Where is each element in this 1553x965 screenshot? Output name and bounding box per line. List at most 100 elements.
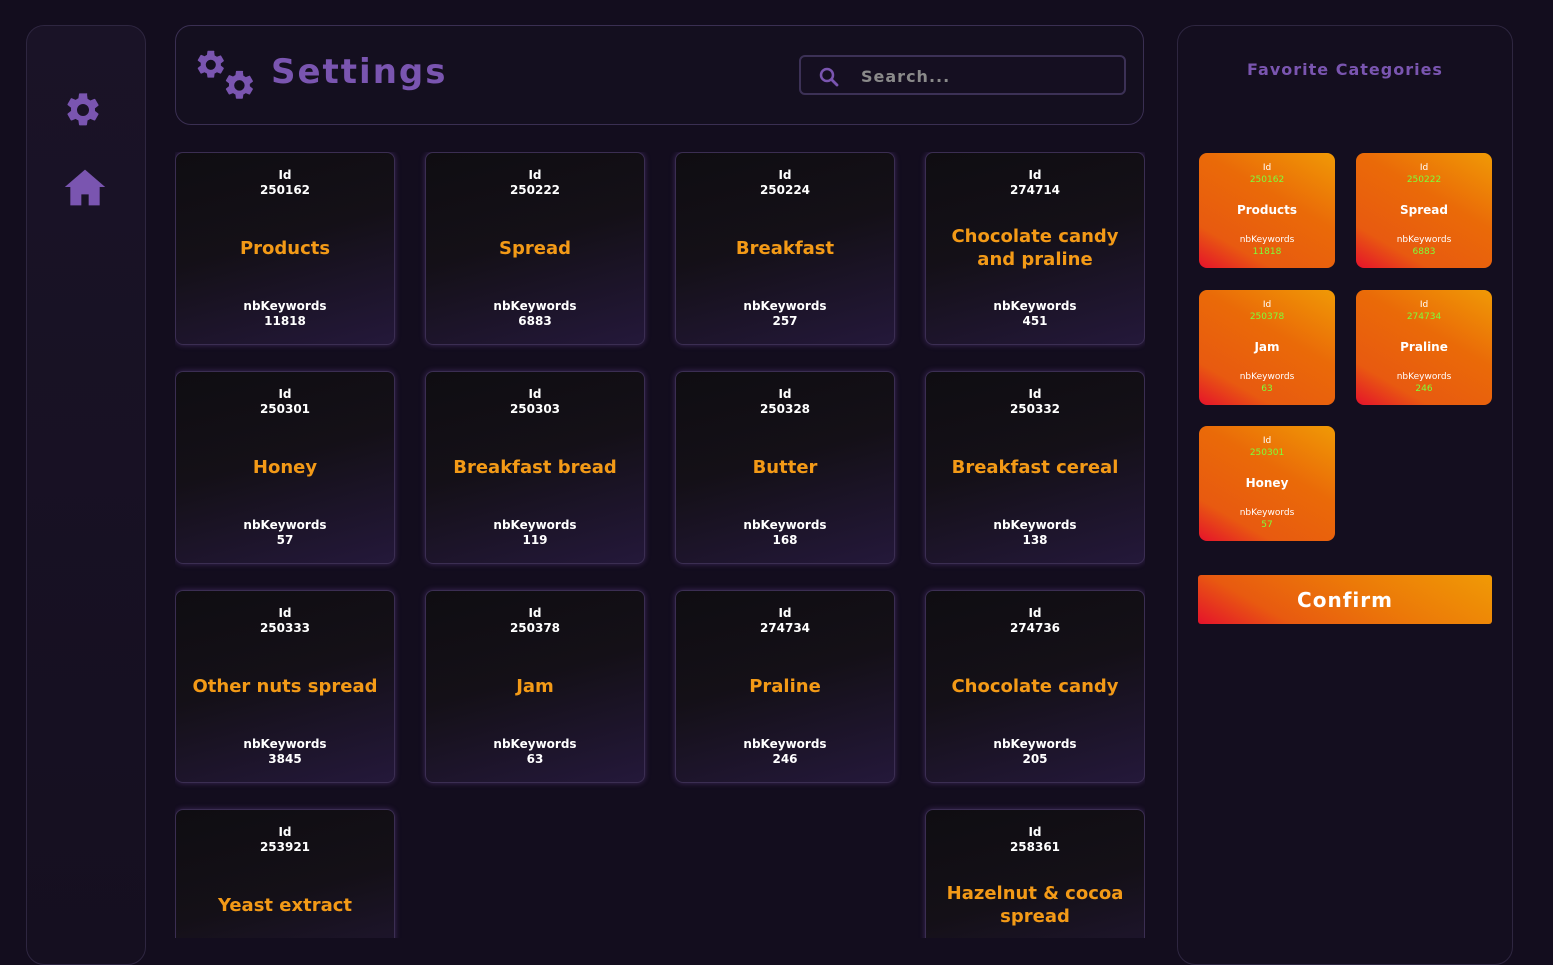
fav-id-label: Id [1262, 300, 1272, 310]
id-label: Id [278, 825, 292, 839]
search-icon [819, 67, 839, 87]
category-id: 274736 [1009, 621, 1061, 635]
fav-keywords-label: nbKeywords [1396, 235, 1452, 245]
category-name: Breakfast cereal [951, 456, 1119, 478]
keywords-label: nbKeywords [743, 518, 827, 532]
category-card[interactable]: Id 250162 Products nbKeywords 11818 [175, 152, 395, 345]
fav-id: 250301 [1249, 448, 1285, 458]
fav-name: Spread [1400, 203, 1448, 217]
keywords-label: nbKeywords [243, 737, 327, 751]
category-card[interactable]: Id 274736 Chocolate candy nbKeywords 205 [925, 590, 1145, 783]
category-card[interactable]: Id 250224 Breakfast nbKeywords 257 [675, 152, 895, 345]
keywords-label: nbKeywords [993, 518, 1077, 532]
fav-keywords-label: nbKeywords [1239, 235, 1295, 245]
keywords-count: 63 [526, 752, 544, 766]
category-card[interactable]: Id 274734 Praline nbKeywords 246 [675, 590, 895, 783]
category-name: Yeast extract [217, 894, 353, 916]
keywords-count: 168 [772, 533, 798, 547]
confirm-button[interactable]: Confirm [1198, 575, 1492, 624]
fav-name: Honey [1245, 476, 1289, 490]
category-name: Butter [752, 456, 818, 478]
category-grid: Id 250162 Products nbKeywords 11818 Id 250222 S… [175, 152, 1145, 938]
keywords-label: nbKeywords [743, 299, 827, 313]
fav-id-label: Id [1419, 163, 1429, 173]
category-id: 253921 [259, 840, 311, 854]
category-name: Praline [749, 675, 821, 697]
sidebar [26, 25, 146, 965]
id-label: Id [528, 168, 542, 182]
gears-icon [197, 50, 253, 99]
category-id: 250303 [509, 402, 561, 416]
id-label: Id [278, 387, 292, 401]
favorite-card[interactable]: Id 250301 Honey nbKeywords 57 [1199, 426, 1335, 541]
category-name: Jam [516, 675, 554, 697]
id-label: Id [278, 168, 292, 182]
category-card[interactable]: Id258361Hazelnut & cocoa spreadnbKeyword… [925, 809, 1145, 938]
id-label: Id [1028, 606, 1042, 620]
category-name: Chocolate candy and praline [951, 226, 1119, 270]
fav-keywords-count: 11818 [1252, 247, 1282, 257]
category-id: 250224 [759, 183, 811, 197]
category-name: Products [239, 237, 331, 259]
fav-id: 250378 [1249, 312, 1285, 322]
category-id: 250222 [509, 183, 561, 197]
category-name: Breakfast bread [453, 456, 617, 478]
keywords-label: nbKeywords [993, 299, 1077, 313]
favorite-card[interactable]: Id 250162 Products nbKeywords 11818 [1199, 153, 1335, 268]
favorite-card[interactable]: Id 274734 Praline nbKeywords 246 [1356, 290, 1492, 405]
home-icon[interactable] [63, 166, 107, 208]
category-id: 250301 [259, 402, 311, 416]
fav-keywords-count: 63 [1261, 384, 1273, 394]
favorites-title: Favorite Categories [1247, 60, 1443, 79]
header: Settings [175, 25, 1144, 125]
id-label: Id [778, 606, 792, 620]
favorite-card[interactable]: Id 250378 Jam nbKeywords 63 [1199, 290, 1335, 405]
fav-id: 250222 [1406, 175, 1442, 185]
keywords-count: 6883 [518, 314, 552, 328]
category-name: Spread [499, 237, 571, 259]
keywords-count: 3845 [268, 752, 302, 766]
category-name: Other nuts spread [192, 675, 378, 697]
category-card[interactable]: Id253921Yeast extractnbKeywords [175, 809, 395, 938]
category-id: 250378 [509, 621, 561, 635]
category-name: Hazelnut & cocoa spread [946, 883, 1124, 927]
category-card[interactable]: Id 250301 Honey nbKeywords 57 [175, 371, 395, 564]
category-card[interactable]: Id 250303 Breakfast bread nbKeywords 119 [425, 371, 645, 564]
fav-name: Jam [1254, 340, 1280, 354]
id-label: Id [528, 606, 542, 620]
category-card[interactable]: Id 250328 Butter nbKeywords 168 [675, 371, 895, 564]
gear-icon[interactable] [63, 90, 103, 130]
category-card[interactable]: Id 250333 Other nuts spread nbKeywords 3845 [175, 590, 395, 783]
favorite-card[interactable]: Id 250222 Spread nbKeywords 6883 [1356, 153, 1492, 268]
keywords-count: 246 [772, 752, 798, 766]
keywords-count: 119 [522, 533, 548, 547]
category-id: 250333 [259, 621, 311, 635]
category-id: 258361 [1009, 840, 1061, 854]
id-label: Id [1028, 825, 1042, 839]
category-id: 274734 [759, 621, 811, 635]
search-box [799, 55, 1126, 95]
category-card[interactable]: Id 250332 Breakfast cereal nbKeywords 138 [925, 371, 1145, 564]
fav-keywords-count: 246 [1415, 384, 1433, 394]
id-label: Id [278, 606, 292, 620]
keywords-count: 138 [1022, 533, 1048, 547]
fav-id: 250162 [1249, 175, 1285, 185]
keywords-count: 257 [772, 314, 798, 328]
keywords-label: nbKeywords [243, 518, 327, 532]
page-title: Settings [271, 52, 448, 92]
category-card[interactable]: Id 250222 Spread nbKeywords 6883 [425, 152, 645, 345]
id-label: Id [778, 387, 792, 401]
category-name: Honey [252, 456, 318, 478]
category-id: 250332 [1009, 402, 1061, 416]
category-card[interactable]: Id 250378 Jam nbKeywords 63 [425, 590, 645, 783]
fav-name: Products [1236, 203, 1298, 217]
id-label: Id [778, 168, 792, 182]
fav-name: Praline [1400, 340, 1448, 354]
category-id: 250328 [759, 402, 811, 416]
category-card[interactable]: Id 274714 Chocolate candy and praline nbKey… [925, 152, 1145, 345]
search-input[interactable] [859, 63, 1113, 89]
fav-id: 274734 [1406, 312, 1442, 322]
favorites-panel: Favorite Categories Id 250162 Products nbKe… [1177, 25, 1513, 965]
id-label: Id [1028, 387, 1042, 401]
fav-keywords-label: nbKeywords [1239, 372, 1295, 382]
